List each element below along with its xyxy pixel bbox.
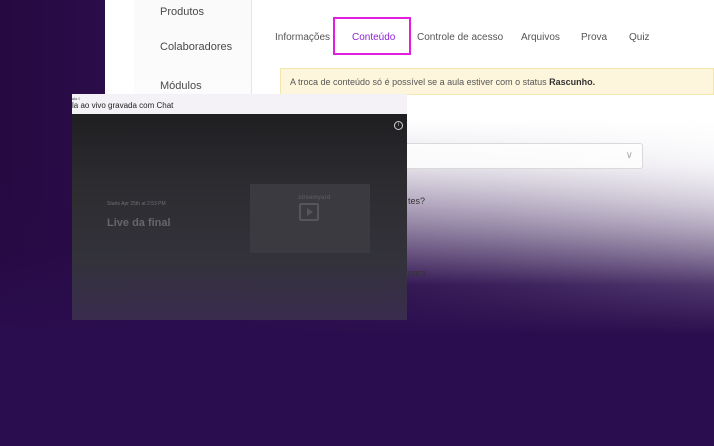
video-popup[interactable]: ulo I la ao vivo gravada com Chat i Star… [72,94,407,320]
tab-quiz[interactable]: Quiz [629,32,650,43]
info-icon[interactable]: i [394,121,403,130]
video-titlebar[interactable]: ulo I la ao vivo gravada com Chat [72,94,407,114]
text-fragment: para [408,268,427,278]
sidebar-item-produtos[interactable]: Produtos [160,6,204,18]
live-title: Live da final [107,217,171,229]
video-thumbnail: streamyard [250,184,370,253]
tab-arquivos[interactable]: Arquivos [521,32,560,43]
notice-status: Rascunho. [549,77,596,87]
question-fragment: tes? [408,196,426,206]
video-player[interactable]: i Starts Apr 25th at 2:53 PM Live da fin… [72,114,407,320]
active-tab-highlight [333,17,411,55]
starts-label: Starts Apr 25th at 2:53 PM [107,201,166,207]
warning-notice: A troca de conteúdo só é possível se a a… [280,68,714,95]
sidebar-item-colaboradores[interactable]: Colaboradores [160,41,232,53]
video-title: la ao vivo gravada com Chat [72,101,174,110]
thumbnail-brand: streamyard [298,195,331,201]
tab-controle-de-acesso[interactable]: Controle de acesso [417,32,503,43]
chevron-down-icon: ∨ [625,150,633,161]
tab-prova[interactable]: Prova [581,32,607,43]
play-icon [299,203,319,221]
notice-text: A troca de conteúdo só é possível se a a… [290,77,550,87]
content-select[interactable]: ∨ [372,143,643,169]
tab-informacoes[interactable]: Informações [275,32,330,43]
sidebar-item-modulos[interactable]: Módulos [160,80,202,92]
